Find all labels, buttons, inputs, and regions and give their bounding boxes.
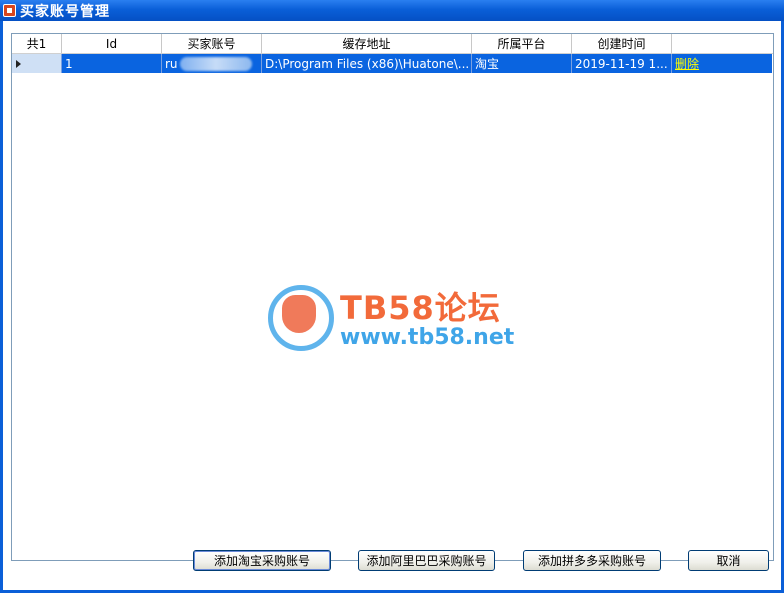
grid-header: 共1 Id 买家账号 缓存地址 所属平台 创建时间 [12, 34, 773, 54]
window-frame: 共1 Id 买家账号 缓存地址 所属平台 创建时间 1 ru D:\Progra… [0, 21, 784, 593]
row-indicator [12, 54, 62, 73]
title-bar[interactable]: 买家账号管理 [0, 0, 784, 21]
cell-account-text: ru [165, 56, 178, 71]
header-platform[interactable]: 所属平台 [472, 34, 572, 53]
hand-icon [282, 295, 316, 333]
add-pdd-account-button[interactable]: 添加拼多多采购账号 [523, 550, 661, 571]
watermark: TB58论坛 www.tb58.net [268, 283, 528, 355]
watermark-title: TB58论坛 [340, 289, 501, 327]
add-alibaba-account-button[interactable]: 添加阿里巴巴采购账号 [358, 550, 495, 571]
cell-cache-path[interactable]: D:\Program Files (x86)\Huatone\... [262, 54, 472, 73]
header-account[interactable]: 买家账号 [162, 34, 262, 53]
cell-id[interactable]: 1 [62, 54, 162, 73]
header-action [672, 34, 772, 53]
window-client: 共1 Id 买家账号 缓存地址 所属平台 创建时间 1 ru D:\Progra… [3, 21, 781, 590]
row-pointer-icon [16, 59, 21, 68]
redaction-blur [179, 56, 252, 71]
cell-platform[interactable]: 淘宝 [472, 54, 572, 73]
cell-account[interactable]: ru [162, 54, 262, 73]
table-row[interactable]: 1 ru D:\Program Files (x86)\Huatone\... … [12, 54, 773, 73]
cancel-button[interactable]: 取消 [688, 550, 769, 571]
header-id[interactable]: Id [62, 34, 162, 53]
header-count: 共1 [12, 34, 62, 53]
cell-created-time[interactable]: 2019-11-19 1... [572, 54, 672, 73]
header-created-time[interactable]: 创建时间 [572, 34, 672, 53]
add-taobao-account-button[interactable]: 添加淘宝采购账号 [193, 550, 331, 571]
cell-action[interactable]: 删除 [672, 54, 772, 73]
window-title: 买家账号管理 [20, 3, 110, 20]
delete-link[interactable]: 删除 [675, 55, 699, 72]
watermark-url: www.tb58.net [340, 325, 515, 350]
header-cache-path[interactable]: 缓存地址 [262, 34, 472, 53]
app-icon [3, 4, 16, 17]
